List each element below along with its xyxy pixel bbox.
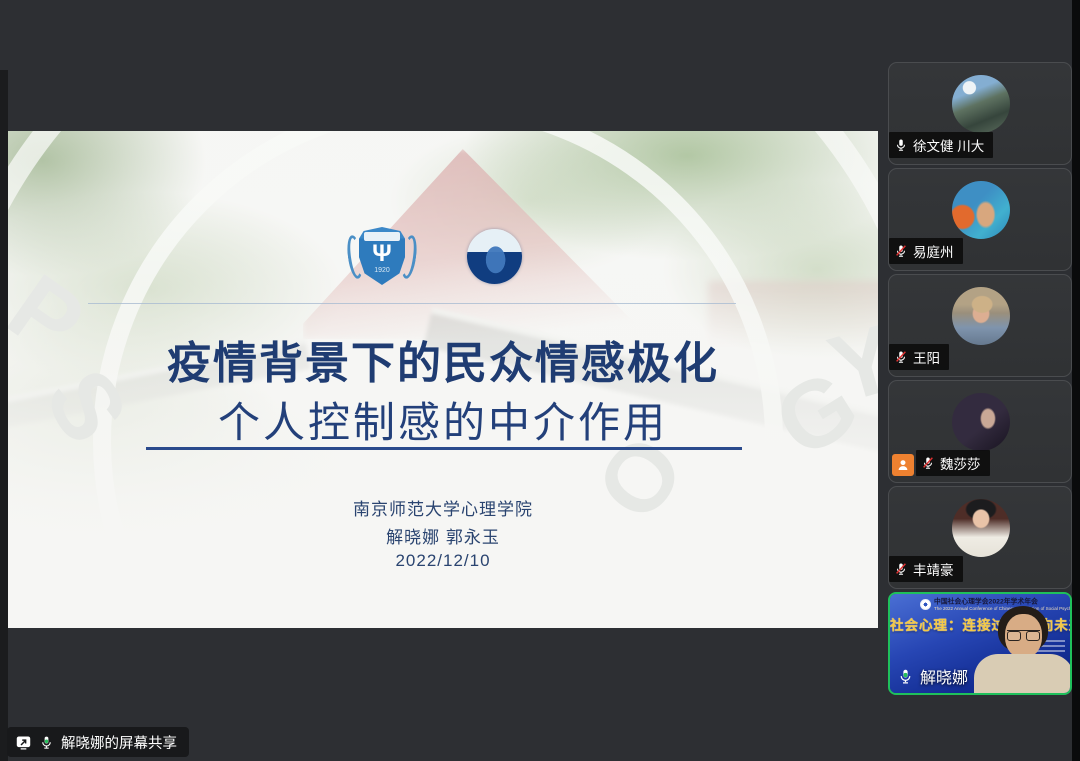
member-badge-icon: [892, 454, 914, 476]
shield-icon: Ψ 1920: [359, 227, 405, 285]
participant-name: 魏莎莎: [940, 453, 981, 473]
mic-on-icon: [894, 138, 908, 152]
slide-date: 2022/12/10: [8, 551, 878, 571]
mic-muted-icon: [921, 456, 935, 470]
participant-nameplate: 解晓娜: [897, 664, 968, 688]
mic-muted-icon: [894, 244, 908, 258]
participant-nameplate: 丰靖豪: [889, 556, 963, 582]
psi-symbol: Ψ: [372, 241, 391, 267]
participant-name: 丰靖豪: [913, 559, 954, 579]
glasses: [1007, 630, 1040, 640]
participant-nameplate: 魏莎莎: [916, 450, 990, 476]
participant-tile[interactable]: 易庭州: [888, 168, 1072, 271]
participant-tile[interactable]: 丰靖豪: [888, 486, 1072, 589]
shoulders: [974, 654, 1070, 693]
logo-underline: [88, 303, 736, 304]
webcam-video: 中国社会心理学会2022年学术年会 The 2022 Annual Confer…: [890, 594, 1070, 693]
mic-muted-icon: [894, 350, 908, 364]
screen-share-indicator[interactable]: 解晓娜的屏幕共享: [7, 727, 189, 757]
university-psychology-badge-logo: Ψ 1920: [348, 227, 416, 287]
badge-year: 1920: [374, 267, 390, 274]
participant-name: 王阳: [913, 347, 940, 367]
avatar: [952, 75, 1010, 133]
mic-speaking-icon: [39, 735, 54, 750]
slide-subtitle: 个人控制感的中介作用: [8, 389, 878, 450]
participant-name: 解晓娜: [920, 664, 968, 688]
screen-share-view: P S O G Y Ψ 1920 疫情背景下的民众情感极化 个人控制感的中介作用…: [8, 131, 878, 628]
active-speaker-tile[interactable]: 中国社会心理学会2022年学术年会 The 2022 Annual Confer…: [888, 592, 1072, 695]
slide-title: 疫情背景下的民众情感极化: [8, 327, 878, 391]
avatar: [952, 393, 1010, 451]
avatar: [952, 181, 1010, 239]
avatar: [952, 499, 1010, 557]
speaker-person: [974, 606, 1070, 693]
participant-name: 易庭州: [913, 241, 954, 261]
participant-nameplate: 徐文健 川大: [889, 132, 993, 158]
left-window-edge: [0, 70, 8, 761]
brain-head-logo: [467, 229, 522, 284]
meeting-window: P S O G Y Ψ 1920 疫情背景下的民众情感极化 个人控制感的中介作用…: [0, 0, 1080, 761]
participant-nameplate: 王阳: [889, 344, 949, 370]
conference-emblem-icon: [920, 599, 931, 610]
avatar: [952, 287, 1010, 345]
slide-divider-line: [146, 447, 742, 450]
participant-tile[interactable]: 魏莎莎: [888, 380, 1072, 483]
slide-authors: 解晓娜 郭永玉: [8, 523, 878, 548]
conference-banner-title: 中国社会心理学会2022年学术年会: [934, 596, 1058, 606]
screen-share-icon: [15, 734, 32, 751]
mic-speaking-icon: [897, 668, 914, 685]
participant-tile[interactable]: 徐文健 川大: [888, 62, 1072, 165]
right-window-edge: [1072, 0, 1080, 761]
slide-affiliation: 南京师范大学心理学院: [8, 495, 878, 520]
mic-muted-icon: [894, 562, 908, 576]
participant-name: 徐文健 川大: [913, 135, 984, 155]
participant-nameplate: 易庭州: [889, 238, 963, 264]
person-icon: [896, 458, 910, 472]
participant-tile[interactable]: 王阳: [888, 274, 1072, 377]
screen-share-label: 解晓娜的屏幕共享: [61, 732, 177, 753]
